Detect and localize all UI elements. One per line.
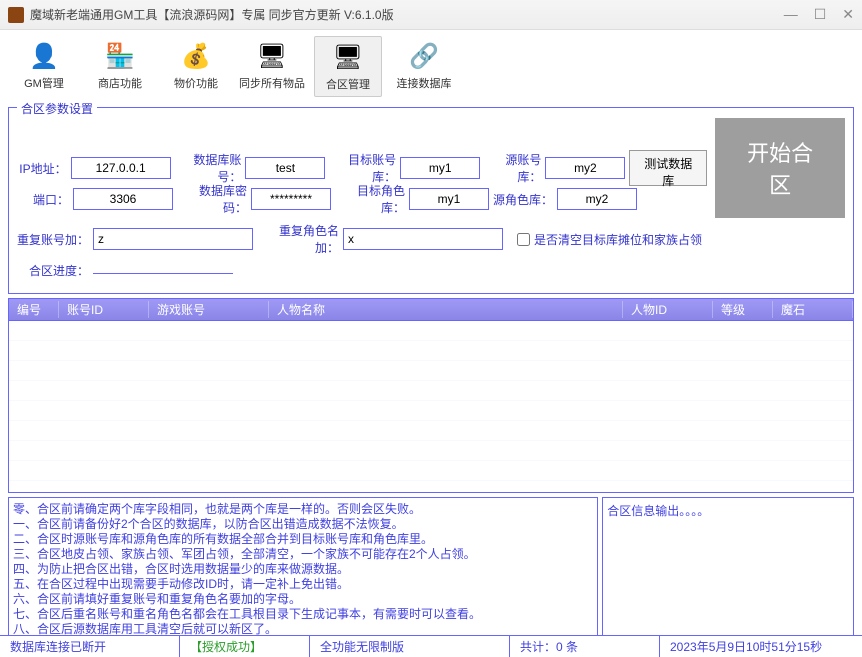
help-text: 零、合区前请确定两个库字段相同，也就是两个库是一样的。否则会区失败。 一、合区前… (13, 502, 593, 657)
shop-icon: 🏪 (104, 40, 136, 72)
status-auth: 【授权成功】 (180, 636, 310, 657)
count-label: 共计： (520, 638, 556, 655)
info-pane[interactable]: 合区信息输出。。。。 (602, 497, 854, 657)
help-pane[interactable]: 零、合区前请确定两个库字段相同，也就是两个库是一样的。否则会区失败。 一、合区前… (8, 497, 598, 657)
clear-checkbox-text: 是否清空目标库摊位和家族占领 (534, 231, 702, 248)
tb-label: 物价功能 (174, 75, 218, 91)
dup-role-label: 重复角色名加： (257, 222, 339, 256)
statusbar: 数据库连接已断开 【授权成功】 全功能无限制版 共计：0 条 2023年5月9日… (0, 635, 862, 657)
tb-gm[interactable]: 👤 GM管理 (10, 36, 78, 97)
app-icon (8, 7, 24, 23)
port-label: 端口： (17, 191, 69, 208)
status-count: 共计：0 条 (510, 636, 660, 657)
grid-body (9, 321, 853, 493)
close-icon[interactable]: ✕ (842, 6, 854, 23)
tb-label: 同步所有物品 (239, 75, 305, 91)
tgt-acc-label: 目标账号库： (329, 151, 396, 185)
dbpass-input[interactable] (251, 188, 331, 210)
col-accid[interactable]: 账号ID (59, 301, 149, 318)
src-role-label: 源角色库： (493, 191, 553, 208)
col-level[interactable]: 等级 (713, 301, 773, 318)
dbpass-label: 数据库密码： (177, 182, 247, 216)
col-account[interactable]: 游戏账号 (149, 301, 269, 318)
titlebar: 魔域新老端通用GM工具【流浪源码网】专属 同步官方更新 V:6.1.0版 — ☐… (0, 0, 862, 30)
tb-label: GM管理 (24, 75, 64, 91)
status-time: 2023年5月9日10时51分15秒 (660, 636, 862, 657)
tgt-acc-input[interactable] (400, 157, 480, 179)
progress-label: 合区进度： (17, 262, 89, 279)
info-text: 合区信息输出。。。。 (607, 504, 709, 518)
tgt-role-input[interactable] (409, 188, 489, 210)
clear-checkbox[interactable] (517, 233, 530, 246)
progress-bar (93, 268, 233, 274)
tb-label: 连接数据库 (397, 75, 452, 91)
ip-label: IP地址： (17, 160, 67, 177)
count-value: 0 条 (556, 638, 578, 655)
result-grid[interactable]: 编号 账号ID 游戏账号 人物名称 人物ID 等级 魔石 (8, 298, 854, 493)
bottom-panes: 零、合区前请确定两个库字段相同，也就是两个库是一样的。否则会区失败。 一、合区前… (8, 497, 854, 657)
test-db-button[interactable]: 测试数据库 (629, 150, 707, 186)
start-merge-button[interactable]: 开始合区 (715, 118, 845, 218)
tb-sync[interactable]: 🖥 同步所有物品 (238, 36, 306, 97)
ip-input[interactable] (71, 157, 171, 179)
dbuser-label: 数据库账号： (175, 151, 242, 185)
tb-db[interactable]: 🔗 连接数据库 (390, 36, 458, 97)
dup-acc-input[interactable] (93, 228, 253, 250)
user-icon: 👤 (28, 40, 60, 72)
maximize-icon[interactable]: ☐ (814, 6, 827, 23)
tb-shop[interactable]: 🏪 商店功能 (86, 36, 154, 97)
src-acc-input[interactable] (545, 157, 625, 179)
merge-icon: 🖥 (332, 41, 364, 73)
clear-checkbox-label[interactable]: 是否清空目标库摊位和家族占领 (517, 231, 702, 248)
toolbar: 👤 GM管理 🏪 商店功能 💰 物价功能 🖥 同步所有物品 🖥 合区管理 🔗 连接数据库 (0, 30, 862, 103)
src-acc-label: 源账号库： (484, 151, 541, 185)
grid-header: 编号 账号ID 游戏账号 人物名称 人物ID 等级 魔石 (9, 299, 853, 321)
col-charname[interactable]: 人物名称 (269, 301, 623, 318)
minimize-icon[interactable]: — (784, 6, 798, 23)
dup-acc-label: 重复账号加： (17, 231, 89, 248)
window-title: 魔域新老端通用GM工具【流浪源码网】专属 同步官方更新 V:6.1.0版 (30, 6, 784, 23)
dbuser-input[interactable] (245, 157, 325, 179)
tb-merge[interactable]: 🖥 合区管理 (314, 36, 382, 97)
tb-price[interactable]: 💰 物价功能 (162, 36, 230, 97)
dup-role-input[interactable] (343, 228, 503, 250)
tb-label: 商店功能 (98, 75, 142, 91)
price-icon: 💰 (180, 40, 212, 72)
fieldset-legend: 合区参数设置 (17, 100, 97, 117)
tgt-role-label: 目标角色库： (335, 182, 405, 216)
col-charid[interactable]: 人物ID (623, 301, 713, 318)
col-index[interactable]: 编号 (9, 301, 59, 318)
src-role-input[interactable] (557, 188, 637, 210)
merge-params-fieldset: 合区参数设置 IP地址： 数据库账号： 目标账号库： 源账号库： 测试数据库 开… (8, 107, 854, 294)
window-controls: — ☐ ✕ (784, 6, 854, 23)
sync-icon: 🖥 (256, 40, 288, 72)
tb-label: 合区管理 (326, 76, 370, 92)
status-db: 数据库连接已断开 (0, 636, 180, 657)
port-input[interactable] (73, 188, 173, 210)
status-ver: 全功能无限制版 (310, 636, 510, 657)
db-icon: 🔗 (408, 40, 440, 72)
col-stone[interactable]: 魔石 (773, 301, 853, 318)
